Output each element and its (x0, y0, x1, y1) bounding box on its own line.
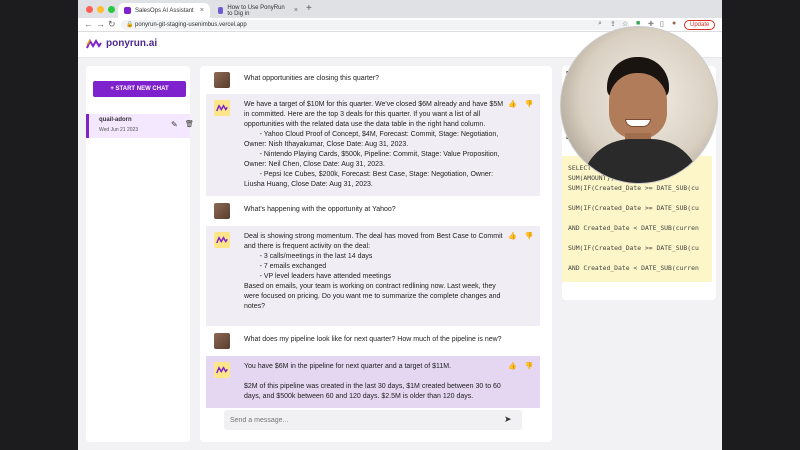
conversation-date: Wed Jun 21 2023 (99, 127, 139, 133)
ponyrun-favicon-icon (124, 7, 131, 14)
feedback-controls: 👍 👎 (508, 100, 533, 110)
window-controls (86, 6, 115, 13)
sql-line: SUM(IF(Created_Date >= DATE_SUB(cu (568, 184, 699, 192)
ponyrun-logo-icon (216, 104, 228, 112)
message-text: What does my pipeline look like for next… (244, 336, 502, 343)
close-tab-icon[interactable]: × (200, 7, 204, 14)
presenter-smile (625, 119, 651, 127)
logo-text: ponyrun.ai (106, 38, 158, 49)
tab-salesops[interactable]: SalesOps AI Assistant × (118, 3, 210, 18)
ponyrun-logo[interactable]: ponyrun.ai (86, 38, 157, 49)
message-text: You have $6M in the pipeline for next qu… (244, 363, 501, 400)
presenter-face (609, 73, 667, 139)
sql-line: AND Created_Date < DATE_SUB(curren (568, 224, 699, 232)
update-button[interactable]: Update (684, 20, 716, 30)
ai-avatar (214, 362, 230, 378)
sql-line: SUM(IF(Created_Date >= DATE_SUB(cu (568, 244, 699, 252)
start-new-chat-button[interactable]: + START NEW CHAT (93, 81, 186, 97)
user-avatar (214, 72, 230, 88)
user-message: What opportunities are closing this quar… (206, 70, 540, 90)
lock-icon: 🔒 (126, 22, 134, 28)
user-avatar (214, 333, 230, 349)
presenter-shirt (581, 139, 701, 183)
feedback-controls: 👍 👎 (508, 232, 533, 242)
back-icon[interactable]: ← (84, 19, 93, 29)
webcam-overlay (560, 26, 718, 184)
ai-avatar (214, 232, 230, 248)
url-text: ponyrun-git-staging-usenimbus.vercel.app (135, 22, 247, 28)
reload-icon[interactable]: ↻ (108, 19, 116, 30)
user-avatar (214, 203, 230, 219)
tab-title: How to Use PonyRun to Dig in (227, 4, 285, 17)
sql-line: SUM(IF(Created_Date >= DATE_SUB(cu (568, 204, 699, 212)
minimize-window-button[interactable] (97, 6, 104, 13)
thumbs-down-icon[interactable]: 👎 (525, 362, 534, 372)
message-text: What's happening with the opportunity at… (244, 206, 396, 213)
profile-avatar-icon[interactable]: ● (672, 20, 676, 27)
ai-message: You have $6M in the pipeline for next qu… (206, 356, 540, 408)
ponyrun-favicon-icon (218, 7, 224, 14)
url-bar[interactable]: 🔒 ponyrun-git-staging-usenimbus.vercel.a… (121, 20, 629, 30)
thumbs-up-icon[interactable]: 👍 (508, 100, 517, 110)
chat-panel: What opportunities are closing this quar… (200, 66, 552, 442)
user-message: What does my pipeline look like for next… (206, 330, 540, 352)
message-text: Deal is showing strong momentum. The dea… (244, 233, 503, 310)
message-text: What opportunities are closing this quar… (244, 75, 380, 82)
user-message: What's happening with the opportunity at… (206, 200, 540, 222)
message-input[interactable] (230, 414, 490, 426)
thumbs-up-icon[interactable]: 👍 (508, 362, 517, 372)
ai-message: We have a target of $10M for this quarte… (206, 94, 540, 196)
thumbs-down-icon[interactable]: 👎 (525, 100, 534, 110)
ponyrun-logo-icon (86, 38, 102, 48)
message-text: We have a target of $10M for this quarte… (244, 101, 504, 188)
sidebar-icon[interactable]: ▯ (660, 20, 664, 28)
ponyrun-logo-icon (216, 366, 228, 374)
edit-pencil-icon[interactable]: ✎ (171, 120, 178, 129)
tab-bar: SalesOps AI Assistant × How to Use PonyR… (78, 0, 722, 18)
search-icon[interactable]: ⌕ (598, 20, 602, 28)
new-tab-icon[interactable]: + (306, 3, 312, 14)
trash-icon[interactable]: 🗑 (185, 120, 194, 128)
conversation-sidebar: + START NEW CHAT quail-adorn Wed Jun 21 … (86, 66, 194, 442)
thumbs-down-icon[interactable]: 👎 (525, 232, 534, 242)
tab-title: SalesOps AI Assistant (135, 7, 194, 14)
ai-avatar (214, 100, 230, 116)
conversation-item[interactable]: quail-adorn Wed Jun 21 2023 ✎ 🗑 (86, 114, 194, 138)
ponyrun-logo-icon (216, 236, 228, 244)
sql-line: AND Created_Date < DATE_SUB(curren (568, 264, 699, 272)
conversation-title: quail-adorn (99, 117, 132, 123)
share-icon[interactable]: ⇪ (610, 20, 616, 28)
tab-how-to-use[interactable]: How to Use PonyRun to Dig in × (212, 3, 304, 18)
feedback-controls: 👍 👎 (508, 362, 533, 372)
maximize-window-button[interactable] (108, 6, 115, 13)
close-tab-icon[interactable]: × (294, 7, 298, 14)
forward-icon[interactable]: → (96, 19, 105, 29)
send-icon[interactable]: ➤ (504, 414, 512, 425)
thumbs-up-icon[interactable]: 👍 (508, 232, 517, 242)
message-composer: ➤ (224, 410, 522, 430)
ai-message: Deal is showing strong momentum. The dea… (206, 226, 540, 326)
close-window-button[interactable] (86, 6, 93, 13)
